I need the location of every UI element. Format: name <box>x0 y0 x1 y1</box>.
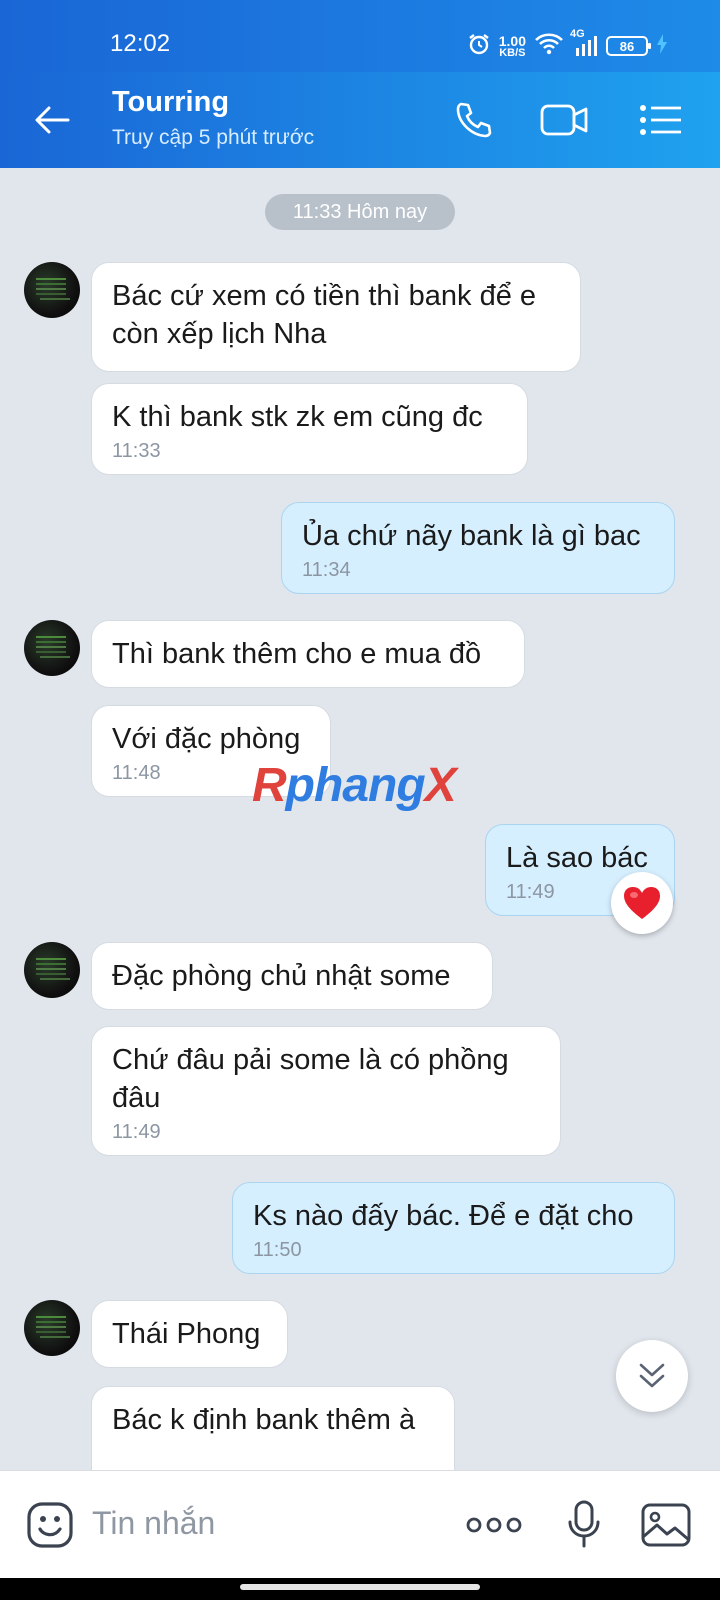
message-text: K thì bank stk zk em cũng đc <box>112 401 483 433</box>
message-text: Bác cứ xem có tiền thì bank để e còn xếp… <box>112 280 537 350</box>
message-bubble-incoming[interactable]: Chứ đâu pải some là có phồng đâu 11:49 <box>91 1026 561 1156</box>
scroll-to-bottom-button[interactable] <box>616 1340 688 1412</box>
menu-list-icon <box>640 105 681 135</box>
phone-icon <box>456 102 492 138</box>
message-bubble-incoming[interactable]: Thái Phong <box>91 1300 288 1368</box>
message-text: Đặc phòng chủ nhật some <box>112 960 451 992</box>
image-gallery-icon <box>641 1503 691 1547</box>
message-bubble-incoming[interactable]: K thì bank stk zk em cũng đc 11:33 <box>91 383 528 475</box>
message-text: Thái Phong <box>112 1318 261 1350</box>
avatar[interactable] <box>24 620 80 676</box>
message-text: Ks nào đấy bác. Để e đặt cho <box>253 1200 634 1232</box>
emoji-sticker-icon <box>27 1502 73 1548</box>
heart-reaction[interactable] <box>611 872 673 934</box>
voice-record-button[interactable] <box>556 1497 612 1553</box>
message-input[interactable]: Tin nhắn <box>92 1505 215 1542</box>
net-speed-unit: KB/S <box>499 46 526 59</box>
message-bubble-incoming[interactable]: Bác cứ xem có tiền thì bank để e còn xếp… <box>91 262 581 372</box>
emoji-button[interactable] <box>22 1497 78 1553</box>
more-options-icon <box>466 1517 522 1533</box>
back-button[interactable] <box>30 98 74 142</box>
message-text: Bác k định bank thêm à <box>112 1404 416 1436</box>
message-time: 11:33 <box>112 440 161 462</box>
status-bar: 12:02 1.00 KB/S 4G 86 <box>0 0 720 72</box>
message-bubble-incoming[interactable]: Thì bank thêm cho e mua đồ <box>91 620 525 688</box>
video-call-button[interactable] <box>540 98 590 142</box>
avatar[interactable] <box>24 262 80 318</box>
message-list[interactable]: 11:33 Hôm nay Bác cứ xem có tiền thì ban… <box>0 168 720 1470</box>
wifi-icon <box>534 32 564 61</box>
net-speed-value: 1.00 <box>498 32 526 49</box>
message-text: Chứ đâu pải some là có phồng đâu <box>112 1044 509 1114</box>
message-bubble-outgoing[interactable]: Ks nào đấy bác. Để e đặt cho 11:50 <box>232 1182 675 1274</box>
network-type: 4G <box>570 28 585 40</box>
double-chevron-down-icon <box>639 1363 665 1388</box>
status-icons: 1.00 KB/S 4G 86 <box>467 28 668 61</box>
more-options-button[interactable] <box>464 1497 524 1553</box>
message-text: Là sao bác <box>506 842 648 874</box>
signal-icon: 4G <box>570 28 598 58</box>
charging-icon <box>656 33 668 60</box>
system-nav-bar <box>0 1578 720 1600</box>
avatar[interactable] <box>24 942 80 998</box>
message-bubble-incoming[interactable]: Đặc phòng chủ nhật some <box>91 942 493 1010</box>
video-call-icon <box>540 104 588 136</box>
message-text: Ủa chứ nãy bank là gì bac <box>302 520 641 552</box>
avatar[interactable] <box>24 1300 80 1356</box>
message-text: Thì bank thêm cho e mua đồ <box>112 638 482 670</box>
status-time: 12:02 <box>110 30 171 57</box>
contact-name[interactable]: Tourring <box>112 86 229 119</box>
net-speed: 1.00 KB/S <box>499 34 526 59</box>
heart-icon <box>624 887 660 919</box>
message-input-bar: Tin nhắn <box>0 1470 720 1578</box>
message-time: 11:49 <box>112 1121 161 1143</box>
watermark: RphangX <box>252 759 457 812</box>
battery-icon: 86 <box>606 36 651 56</box>
alarm-icon <box>467 32 491 61</box>
voice-call-button[interactable] <box>448 98 498 142</box>
microphone-icon <box>568 1500 600 1548</box>
message-text: Với đặc phòng <box>112 723 301 755</box>
message-bubble-incoming[interactable]: Bác k định bank thêm à <box>91 1386 455 1470</box>
message-bubble-outgoing[interactable]: Ủa chứ nãy bank là gì bac 11:34 <box>281 502 675 594</box>
gallery-button[interactable] <box>638 1497 694 1553</box>
back-arrow-icon <box>35 106 70 134</box>
message-time: 11:34 <box>302 559 351 581</box>
message-time: 11:50 <box>253 1239 302 1261</box>
battery-level: 86 <box>619 38 635 54</box>
last-seen-status: Truy cập 5 phút trước <box>112 126 315 149</box>
home-gesture-handle[interactable] <box>240 1584 480 1590</box>
chat-header: Tourring Truy cập 5 phút trước <box>0 72 720 168</box>
menu-button[interactable] <box>636 98 686 142</box>
date-separator: 11:33 Hôm nay <box>265 194 455 230</box>
